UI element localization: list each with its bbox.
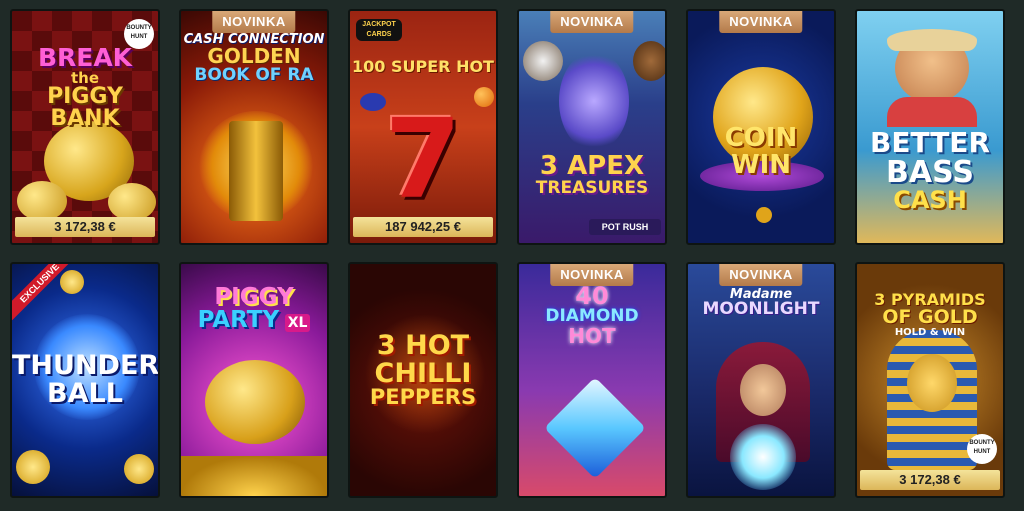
game-title: 3 PYRAMIDS OF GOLD HOLD & WIN xyxy=(874,290,986,338)
game-title: 3 HOT CHILLI PEPPERS xyxy=(369,330,477,410)
game-title: 100 SUPER HOT xyxy=(352,57,494,76)
game-tile-3-apex-treasures[interactable]: NOVINKA 3 APEX TREASURES POT RUSH xyxy=(517,9,667,245)
game-title: 40 DIAMOND HOT xyxy=(545,282,639,348)
game-title: BETTER BASS CASH xyxy=(870,126,990,215)
game-grid: BOUNTY HUNT BREAK the PIGGY BANK 3 172,3… xyxy=(0,0,1024,511)
jackpot-amount: 3 172,38 € xyxy=(860,470,1000,490)
new-badge: NOVINKA xyxy=(719,11,803,33)
new-badge: NOVINKA xyxy=(550,11,634,33)
game-title: CASH CONNECTION GOLDEN BOOK OF RA xyxy=(183,32,325,85)
game-tile-thunder-ball[interactable]: EXCLUSIVE THUNDER BALL xyxy=(10,262,160,498)
jackpot-amount: 3 172,38 € xyxy=(15,217,155,237)
xl-word: XL xyxy=(284,314,311,333)
game-title: BREAK the PIGGY BANK xyxy=(37,43,133,132)
pot-rush-logo: POT RUSH xyxy=(589,219,661,235)
bounty-hunt-logo: BOUNTY HUNT xyxy=(967,434,997,464)
jackpot-cards-logo: JACKPOT CARDS xyxy=(356,19,402,41)
new-badge: NOVINKA xyxy=(212,11,296,33)
party-word: PARTY xyxy=(197,307,280,334)
new-badge: NOVINKA xyxy=(719,264,803,286)
game-title: 3 APEX TREASURES xyxy=(535,151,649,198)
game-tile-3-pyramids-of-gold[interactable]: 3 PYRAMIDS OF GOLD HOLD & WIN BOUNTY HUN… xyxy=(855,262,1005,498)
wolf-eagle-bear-art xyxy=(519,11,665,243)
game-title: PIGGY PARTY XL xyxy=(181,285,327,334)
game-tile-3-hot-chilli-peppers[interactable]: 3 HOT CHILLI PEPPERS xyxy=(348,262,498,498)
game-tile-100-super-hot[interactable]: JACKPOT CARDS 100 SUPER HOT 7 187 942,25… xyxy=(348,9,498,245)
game-tile-coin-win[interactable]: NOVINKA COIN WIN xyxy=(686,9,836,245)
game-tile-break-the-piggy-bank[interactable]: BOUNTY HUNT BREAK the PIGGY BANK 3 172,3… xyxy=(10,9,160,245)
game-tile-40-diamond-hot[interactable]: NOVINKA 40 DIAMOND HOT xyxy=(517,262,667,498)
game-tile-better-bass-cash[interactable]: BETTER BASS CASH xyxy=(855,9,1005,245)
new-badge: NOVINKA xyxy=(550,264,634,286)
game-tile-piggy-party-xl[interactable]: PIGGY PARTY XL xyxy=(179,262,329,498)
jackpot-amount: 187 942,25 € xyxy=(353,217,493,237)
game-title: Madame MOONLIGHT xyxy=(702,287,820,320)
game-tile-madame-moonlight[interactable]: NOVINKA Madame MOONLIGHT xyxy=(686,262,836,498)
game-tile-golden-book-of-ra[interactable]: NOVINKA CASH CONNECTION GOLDEN BOOK OF R… xyxy=(179,9,329,245)
game-title: THUNDER BALL xyxy=(12,350,160,409)
seven-symbol: 7 xyxy=(384,95,462,223)
game-title: COIN WIN xyxy=(724,123,798,180)
